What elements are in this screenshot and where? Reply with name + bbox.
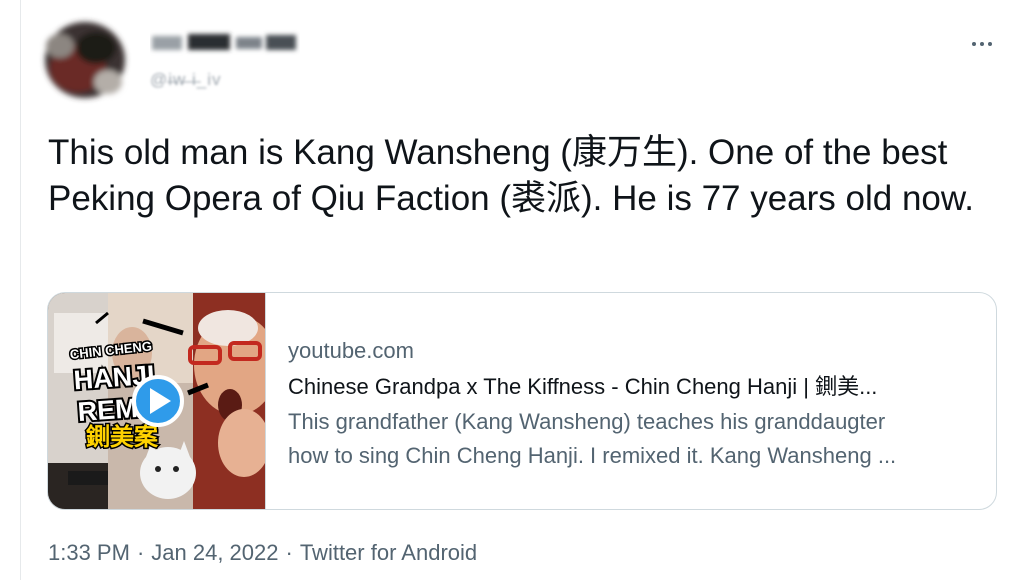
meta-separator: · (285, 540, 293, 565)
left-divider (20, 0, 21, 580)
more-options-button[interactable] (964, 30, 1000, 58)
display-name-redacted[interactable] (150, 28, 300, 58)
video-thumbnail[interactable]: CHIN CHENG HANJI REMIX 鍘美案 (48, 293, 266, 509)
card-info: youtube.com Chinese Grandpa x The Kiffne… (288, 337, 976, 473)
tweet-time[interactable]: 1:33 PM (48, 540, 130, 566)
tweet-source[interactable]: Twitter for Android (300, 540, 477, 566)
more-dot-icon (980, 42, 984, 46)
card-description: This grandfather (Kang Wansheng) teaches… (288, 405, 976, 473)
link-preview-card[interactable]: CHIN CHENG HANJI REMIX 鍘美案 youtube.com C… (47, 292, 997, 510)
more-dot-icon (988, 42, 992, 46)
card-description-line: This grandfather (Kang Wansheng) teaches… (288, 409, 886, 434)
user-handle[interactable]: @i̶w̶ ̶i̶_iv (150, 70, 222, 90)
tweet-text: This old man is Kang Wansheng (康万生). One… (48, 133, 974, 218)
thumbnail-caption-chinese: 鍘美案 (86, 423, 159, 451)
more-dot-icon (972, 42, 976, 46)
card-title[interactable]: Chinese Grandpa x The Kiffness - Chin Ch… (288, 373, 976, 401)
card-domain: youtube.com (288, 338, 414, 363)
avatar[interactable] (30, 8, 135, 108)
play-icon[interactable] (132, 375, 184, 427)
tweet-meta: 1:33 PM · Jan 24, 2022 · Twitter for And… (48, 540, 477, 566)
tweet-date[interactable]: Jan 24, 2022 (151, 540, 278, 566)
meta-separator: · (136, 540, 145, 565)
card-description-line: how to sing Chin Cheng Hanji. I remixed … (288, 443, 897, 468)
